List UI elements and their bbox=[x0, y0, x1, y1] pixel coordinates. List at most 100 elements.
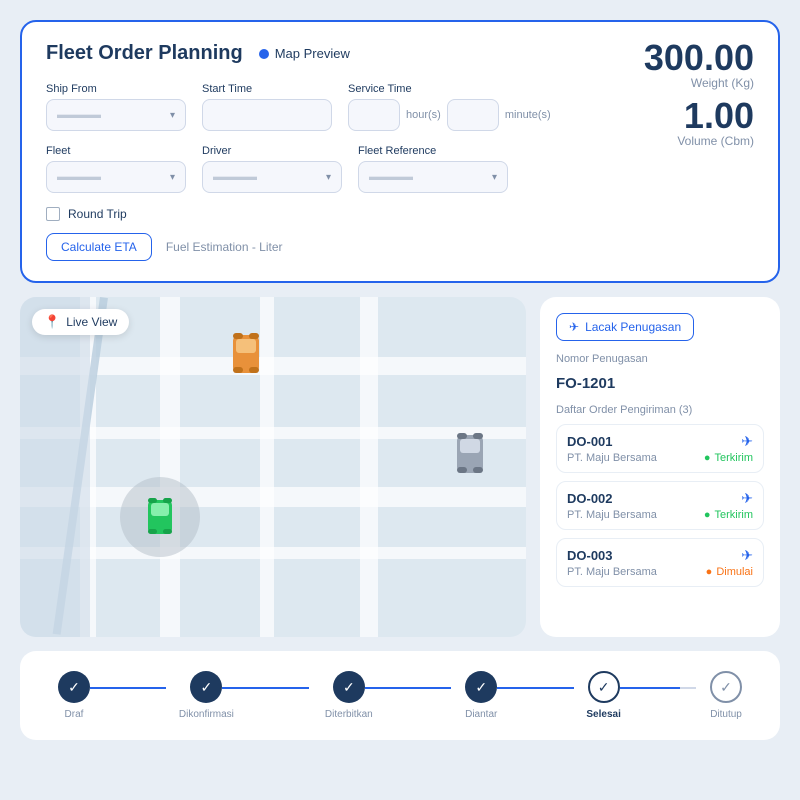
step-label-diterbitkan: Diterbitkan bbox=[325, 709, 373, 720]
order-list-label: Daftar Order Pengiriman (3) bbox=[556, 404, 764, 416]
round-trip-checkbox[interactable] bbox=[46, 207, 60, 221]
step-circle-draf: ✓ bbox=[58, 671, 90, 703]
nav-icon-1[interactable]: ✈ bbox=[741, 433, 753, 450]
map-container: 📍 Live View bbox=[20, 297, 526, 637]
order-item-row1-3: DO-003 ✈ bbox=[567, 547, 753, 564]
order-item-row2-3: PT. Maju Bersama ● Dimulai bbox=[567, 566, 753, 578]
round-trip-label: Round Trip bbox=[68, 207, 127, 221]
chevron-driver-icon: ▾ bbox=[326, 172, 331, 183]
chevron-down-icon: ▾ bbox=[170, 110, 175, 121]
order-id-1: DO-001 bbox=[567, 434, 613, 449]
step-ditutup: ✓ Ditutup bbox=[696, 671, 756, 720]
start-time-label: Start Time bbox=[202, 83, 332, 95]
step-selesai: ✓ Selesai bbox=[574, 671, 634, 720]
chevron-ref-icon: ▾ bbox=[492, 172, 497, 183]
car-green bbox=[146, 493, 174, 541]
nav-icon-2[interactable]: ✈ bbox=[741, 490, 753, 507]
map-background: 📍 Live View bbox=[20, 297, 526, 637]
main-container: Fleet Order Planning Map Preview 300.00 … bbox=[20, 20, 780, 780]
round-trip-row: Round Trip bbox=[46, 207, 754, 221]
step-circle-diterbitkan: ✓ bbox=[333, 671, 365, 703]
order-item-2: DO-002 ✈ PT. Maju Bersama ● Terkirim bbox=[556, 481, 764, 530]
nav-icon-3[interactable]: ✈ bbox=[741, 547, 753, 564]
step-label-selesai: Selesai bbox=[586, 709, 620, 720]
status-dot-2: ● bbox=[704, 509, 711, 521]
fuel-estimation-text: Fuel Estimation - Liter bbox=[166, 240, 283, 254]
fleet-ref-label: Fleet Reference bbox=[358, 145, 508, 157]
status-badge-1: ● Terkirim bbox=[704, 452, 753, 464]
road-area bbox=[20, 297, 90, 637]
right-panel: ✈ Lacak Penugasan Nomor Penugasan FO-120… bbox=[540, 297, 780, 637]
fleet-label: Fleet bbox=[46, 145, 186, 157]
volume-value: 1.00 bbox=[644, 98, 754, 134]
car-green-circle bbox=[120, 477, 200, 557]
service-time-row: hour(s) minute(s) bbox=[348, 99, 551, 131]
minutes-input[interactable] bbox=[447, 99, 499, 131]
hours-label: hour(s) bbox=[406, 109, 441, 121]
step-circle-ditutup: ✓ bbox=[710, 671, 742, 703]
start-time-group: Start Time bbox=[202, 83, 332, 131]
ship-from-select[interactable]: ▬▬▬▬ ▾ bbox=[46, 99, 186, 131]
bottom-section: 📍 Live View ✈ Lacak Penugasan Nomor Penu… bbox=[20, 297, 780, 637]
company-2: PT. Maju Bersama bbox=[567, 509, 657, 521]
order-item-row1: DO-001 ✈ bbox=[567, 433, 753, 450]
step-draf: ✓ Draf bbox=[44, 671, 104, 720]
company-1: PT. Maju Bersama bbox=[567, 452, 657, 464]
live-icon: 📍 bbox=[44, 314, 60, 330]
fleet-ref-select[interactable]: ▬▬▬▬ ▾ bbox=[358, 161, 508, 193]
step-label-draf: Draf bbox=[65, 709, 84, 720]
step-label-ditutup: Ditutup bbox=[710, 709, 742, 720]
fleet-select[interactable]: ▬▬▬▬ ▾ bbox=[46, 161, 186, 193]
minutes-label: minute(s) bbox=[505, 109, 551, 121]
live-view-label: Live View bbox=[66, 315, 117, 329]
chevron-fleet-icon: ▾ bbox=[170, 172, 175, 183]
service-time-label: Service Time bbox=[348, 83, 551, 95]
fleet-group: Fleet ▬▬▬▬ ▾ bbox=[46, 145, 186, 193]
calc-row: Calculate ETA Fuel Estimation - Liter bbox=[46, 233, 754, 261]
road-v4 bbox=[360, 297, 378, 637]
step-circle-diantar: ✓ bbox=[465, 671, 497, 703]
track-button[interactable]: ✈ Lacak Penugasan bbox=[556, 313, 694, 341]
driver-label: Driver bbox=[202, 145, 342, 157]
map-preview-dot bbox=[259, 49, 269, 59]
ship-from-label: Ship From bbox=[46, 83, 186, 95]
driver-select[interactable]: ▬▬▬▬ ▾ bbox=[202, 161, 342, 193]
step-label-diantar: Diantar bbox=[465, 709, 497, 720]
order-id-2: DO-002 bbox=[567, 491, 613, 506]
car-orange bbox=[230, 327, 262, 379]
status-badge-3: ● Dimulai bbox=[706, 566, 753, 578]
step-label-dikonfirmasi: Dikonfirmasi bbox=[179, 709, 234, 720]
road-v2 bbox=[160, 297, 180, 637]
page-title: Fleet Order Planning bbox=[46, 42, 243, 65]
weight-label: Weight (Kg) bbox=[644, 76, 754, 90]
order-item-row1-2: DO-002 ✈ bbox=[567, 490, 753, 507]
start-time-input[interactable] bbox=[202, 99, 332, 131]
order-item-1: DO-001 ✈ PT. Maju Bersama ● Terkirim bbox=[556, 424, 764, 473]
step-dikonfirmasi: ✓ Dikonfirmasi bbox=[166, 671, 246, 720]
status-badge-2: ● Terkirim bbox=[704, 509, 753, 521]
road-v3 bbox=[260, 297, 274, 637]
company-3: PT. Maju Bersama bbox=[567, 566, 657, 578]
weight-value: 300.00 bbox=[644, 40, 754, 76]
status-dot-3: ● bbox=[706, 566, 713, 578]
top-card: Fleet Order Planning Map Preview 300.00 … bbox=[20, 20, 780, 283]
hours-input[interactable] bbox=[348, 99, 400, 131]
order-item-3: DO-003 ✈ PT. Maju Bersama ● Dimulai bbox=[556, 538, 764, 587]
nomor-value: FO-1201 bbox=[556, 375, 764, 392]
track-label: Lacak Penugasan bbox=[585, 320, 681, 334]
order-item-row2-2: PT. Maju Bersama ● Terkirim bbox=[567, 509, 753, 521]
order-item-row2: PT. Maju Bersama ● Terkirim bbox=[567, 452, 753, 464]
service-time-group: Service Time hour(s) minute(s) bbox=[348, 83, 551, 131]
map-preview-badge: Map Preview bbox=[259, 46, 350, 61]
car-gray bbox=[454, 427, 486, 477]
driver-group: Driver ▬▬▬▬ ▾ bbox=[202, 145, 342, 193]
ship-from-group: Ship From ▬▬▬▬ ▾ bbox=[46, 83, 186, 131]
status-dot-1: ● bbox=[704, 452, 711, 464]
calculate-eta-button[interactable]: Calculate ETA bbox=[46, 233, 152, 261]
stats-area: 300.00 Weight (Kg) 1.00 Volume (Cbm) bbox=[644, 40, 754, 156]
step-circle-selesai: ✓ bbox=[588, 671, 620, 703]
map-preview-label: Map Preview bbox=[275, 46, 350, 61]
live-view-badge[interactable]: 📍 Live View bbox=[32, 309, 129, 335]
step-diantar: ✓ Diantar bbox=[451, 671, 511, 720]
send-icon: ✈ bbox=[569, 320, 579, 334]
